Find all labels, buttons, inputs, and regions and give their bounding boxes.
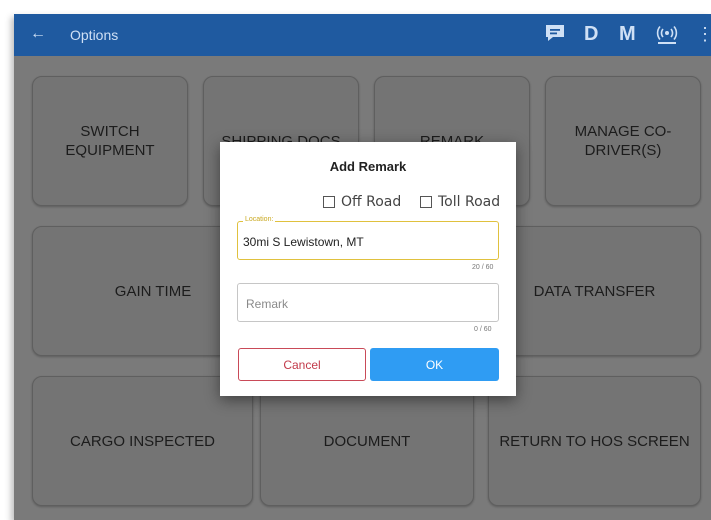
tile-manage-co-drivers[interactable]: MANAGE CO-DRIVER(S) bbox=[545, 76, 701, 206]
tile-data-transfer[interactable]: DATA TRANSFER bbox=[488, 226, 701, 356]
location-value[interactable]: 30mi S Lewistown, MT bbox=[243, 235, 364, 249]
checkbox-unchecked-icon[interactable] bbox=[420, 196, 432, 208]
off-road-label: Off Road bbox=[341, 194, 402, 210]
arrow-back-icon[interactable]: ← bbox=[30, 25, 46, 43]
toll-road-checkbox[interactable]: Toll Road bbox=[420, 194, 500, 210]
cancel-button[interactable]: Cancel bbox=[238, 348, 366, 381]
page-title: Options bbox=[70, 27, 119, 43]
m-mode-button[interactable]: M bbox=[619, 23, 636, 46]
tile-label: DATA TRANSFER bbox=[533, 282, 656, 300]
location-label: Location: bbox=[243, 216, 276, 223]
toll-road-label: Toll Road bbox=[438, 194, 501, 210]
checkbox-unchecked-icon[interactable] bbox=[323, 196, 335, 208]
tile-label: DOCUMENT bbox=[323, 432, 411, 450]
remark-counter: 0 / 60 bbox=[474, 326, 492, 333]
tile-label: CARGO INSPECTED bbox=[69, 432, 216, 450]
dialog-title: Add Remark bbox=[329, 159, 407, 174]
message-icon[interactable] bbox=[544, 23, 566, 43]
tile-label: SWITCH EQUIPMENT bbox=[65, 123, 155, 159]
driver-mode-button[interactable]: D bbox=[584, 23, 598, 46]
more-vert-icon[interactable]: ⋮ bbox=[696, 24, 711, 45]
location-field[interactable]: Location: 30mi S Lewistown, MT bbox=[237, 216, 499, 260]
antenna-icon[interactable] bbox=[655, 25, 679, 45]
app-window: ← Options D M ⋮ SWITCH EQUIPMENT SHIPPIN… bbox=[14, 14, 711, 520]
remark-placeholder: Remark bbox=[246, 297, 289, 311]
tile-label: RETURN TO HOS SCREEN bbox=[499, 432, 690, 450]
remark-field[interactable]: Remark bbox=[237, 283, 499, 322]
tile-return-to-hos-screen[interactable]: RETURN TO HOS SCREEN bbox=[488, 376, 701, 506]
tile-label: MANAGE CO-DRIVER(S) bbox=[574, 123, 672, 159]
app-bar: ← Options D M ⋮ bbox=[14, 14, 711, 56]
location-counter: 20 / 60 bbox=[472, 264, 494, 271]
ok-button[interactable]: OK bbox=[370, 348, 499, 381]
tile-label: GAIN TIME bbox=[114, 282, 192, 300]
tile-switch-equipment[interactable]: SWITCH EQUIPMENT bbox=[32, 76, 188, 206]
off-road-checkbox[interactable]: Off Road bbox=[323, 194, 401, 210]
add-remark-dialog: Add Remark Off Road Toll Road Location: … bbox=[220, 142, 516, 396]
